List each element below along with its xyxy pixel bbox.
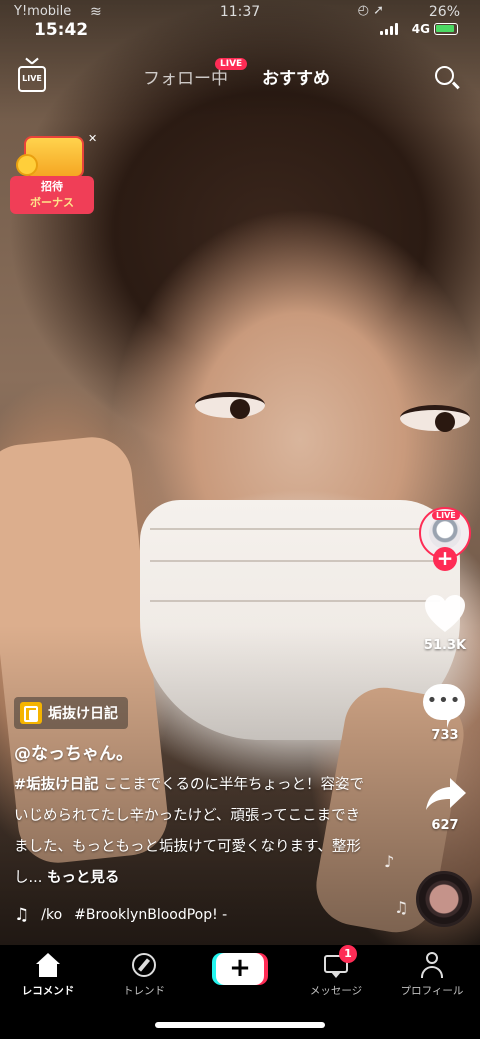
profile-icon xyxy=(419,949,445,981)
bottom-nav: レコメンド トレンド + メッセージ 1 プロフィール xyxy=(0,945,480,1039)
nav-profile-label: プロフィール xyxy=(400,985,464,997)
music-user: /ko xyxy=(41,907,63,923)
messages-badge: 1 xyxy=(339,945,357,963)
music-icon: ♫ xyxy=(14,905,30,925)
status-time-small: 11:37 xyxy=(219,4,261,20)
avatar-live-badge: LIVE xyxy=(432,511,460,520)
like-count: 51.3K xyxy=(423,638,467,653)
home-icon xyxy=(34,949,62,981)
follow-button[interactable]: + xyxy=(433,547,457,571)
invite-bonus-label: 招待 ボーナス xyxy=(10,176,94,214)
location-icon: ◴ ➚ xyxy=(357,3,384,18)
search-button[interactable] xyxy=(434,65,460,91)
music-note-icon: ♪ xyxy=(384,852,395,871)
nav-profile[interactable]: プロフィール xyxy=(384,949,480,998)
battery-percent: 26% xyxy=(428,4,460,20)
playlist-chip[interactable]: 垢抜け日記 xyxy=(14,697,128,729)
tab-recommended[interactable]: おすすめ xyxy=(262,64,330,89)
share-count: 627 xyxy=(431,818,459,833)
network-type: 4G xyxy=(411,22,430,36)
close-icon[interactable]: ✕ xyxy=(88,132,97,145)
see-more-link[interactable]: もっと見る xyxy=(47,870,120,886)
status-bar: Y!mobile ≋ 11:37 ◴ ➚ 26% 15:42 4G xyxy=(0,0,480,44)
avatar-image xyxy=(429,517,461,549)
following-live-badge: LIVE xyxy=(215,58,248,70)
nav-home[interactable]: レコメンド xyxy=(0,949,96,998)
comment-button[interactable]: ••• xyxy=(423,684,465,728)
video-eye-left xyxy=(195,392,265,419)
video-eye-right xyxy=(400,405,470,432)
music-ticker[interactable]: ♫ /ko #BrooklynBloodPop! - xyxy=(14,905,254,925)
share-button[interactable] xyxy=(424,776,468,812)
comment-count: 733 xyxy=(431,728,459,743)
battery-icon xyxy=(434,23,458,35)
live-label: LIVE xyxy=(22,74,42,83)
signal-icon xyxy=(380,23,398,35)
nav-messages[interactable]: メッセージ xyxy=(288,949,384,998)
mask-pleat xyxy=(150,528,440,530)
mask-pleat xyxy=(150,560,440,562)
music-note-icon: ♫ xyxy=(394,898,409,917)
nav-trend-label: トレンド xyxy=(123,985,165,997)
music-disc[interactable] xyxy=(416,871,472,927)
compass-icon xyxy=(131,949,157,981)
comment-icon: ••• xyxy=(426,690,462,711)
mask-pleat xyxy=(150,600,440,602)
live-tv-button[interactable]: LIVE xyxy=(18,66,46,92)
nav-trend[interactable]: トレンド xyxy=(96,949,192,998)
invite-bonus-line1: 招待 xyxy=(41,180,63,193)
playlist-chip-label: 垢抜け日記 xyxy=(48,706,118,722)
nav-home-label: レコメンド xyxy=(21,985,75,997)
caption-hashtag[interactable]: #垢抜け日記 xyxy=(14,777,99,793)
music-track: #BrooklynBloodPop! - xyxy=(74,907,228,923)
nav-messages-label: メッセージ xyxy=(309,985,363,997)
tab-following[interactable]: フォロー中 xyxy=(143,64,228,89)
create-post-button[interactable]: + xyxy=(216,953,264,985)
username[interactable]: @なっちゃん。 xyxy=(14,739,133,764)
like-button[interactable] xyxy=(424,594,466,634)
search-icon-handle xyxy=(452,81,460,89)
home-indicator[interactable] xyxy=(155,1022,325,1028)
invite-bonus-line2: ボーナス xyxy=(30,196,74,209)
heart-icon xyxy=(425,595,465,632)
share-icon xyxy=(426,778,466,810)
playlist-icon xyxy=(20,702,42,724)
search-icon xyxy=(435,66,454,85)
invite-bonus-banner[interactable]: 招待 ボーナス ✕ xyxy=(10,132,97,216)
status-time: 15:42 xyxy=(34,20,89,40)
coin-icon xyxy=(16,154,38,176)
post-caption[interactable]: #垢抜け日記 ここまでくるのに半年ちょっと！容姿でいじめられてたし辛かったけど、… xyxy=(14,770,364,894)
